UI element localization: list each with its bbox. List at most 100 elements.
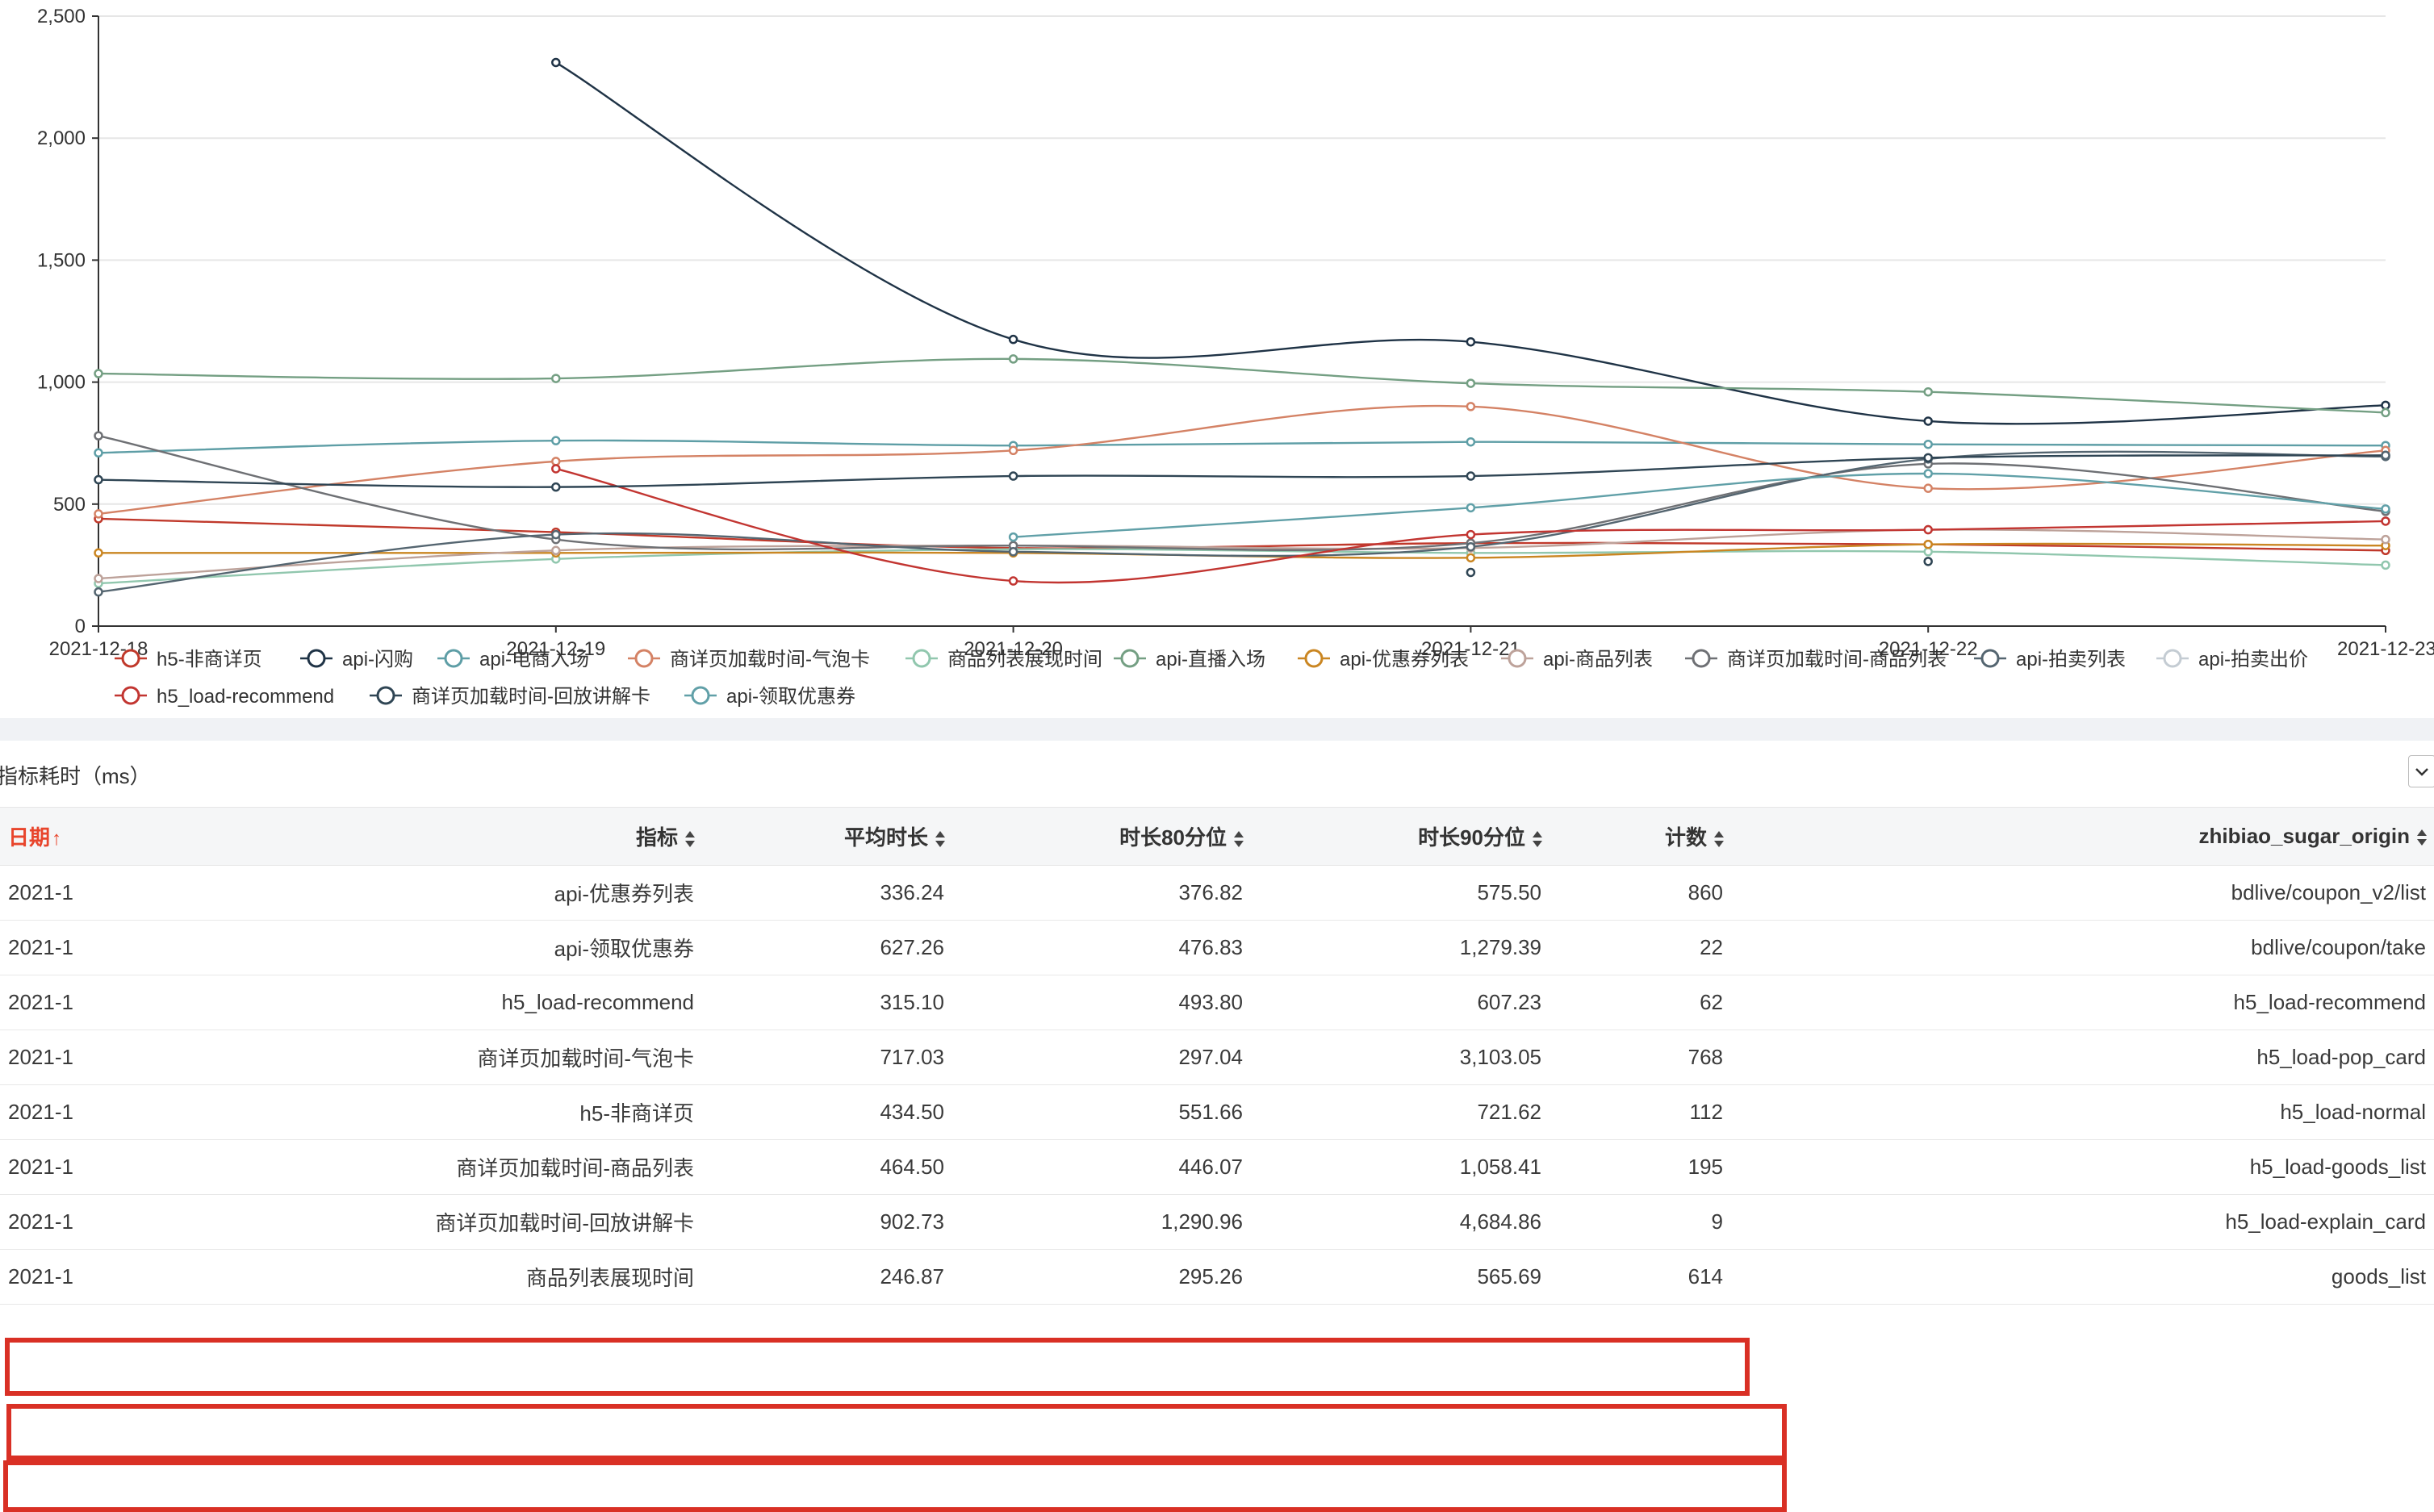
table-row[interactable]: 2021-12-23 h5_load-recommend 315.10 493.80 6… xyxy=(0,975,2434,1030)
data-point[interactable] xyxy=(551,457,561,466)
table-row[interactable]: 2021-12-22 api-优惠券列表 336.24 376.82 575.50 860… xyxy=(0,866,2434,921)
cell-avg: 336.24 xyxy=(880,880,944,904)
cell-p90: 4,684.86 xyxy=(1459,1209,1541,1234)
data-point[interactable] xyxy=(2381,504,2390,514)
data-point[interactable] xyxy=(1466,567,1476,578)
data-point[interactable] xyxy=(551,482,561,492)
data-point[interactable] xyxy=(1466,402,1476,411)
column-header-p80[interactable]: 时长80分位 xyxy=(952,807,1251,866)
column-header-date[interactable]: 日期↑ xyxy=(0,807,73,866)
data-point[interactable] xyxy=(1008,576,1018,586)
cell-avg: 627.26 xyxy=(880,935,944,959)
series-line[interactable] xyxy=(94,436,2390,458)
data-point[interactable] xyxy=(551,374,561,383)
data-point[interactable] xyxy=(1923,469,1933,478)
data-point[interactable] xyxy=(1466,503,1476,513)
table-row[interactable]: 2021-12-23 商详页加载时间-回放讲解卡 902.73 1,290.96 4,6… xyxy=(0,1195,2434,1250)
series-line[interactable] xyxy=(94,431,2390,551)
data-point[interactable] xyxy=(2381,516,2390,526)
data-point[interactable] xyxy=(1466,471,1476,481)
data-point[interactable] xyxy=(1923,524,1933,535)
table-row[interactable]: 2021-12-23 商详页加载时间-气泡卡 717.03 297.04 3,103.0… xyxy=(0,1030,2434,1085)
data-point[interactable] xyxy=(551,57,561,68)
cell-p90: 3,103.05 xyxy=(1459,1045,1541,1069)
series-path xyxy=(555,61,2386,425)
data-point[interactable] xyxy=(1008,471,1018,481)
legend-item[interactable]: 商详页加载时间-气泡卡 xyxy=(628,649,870,670)
cell-metric: h5_load-recommend xyxy=(501,990,694,1014)
data-point[interactable] xyxy=(1923,439,1933,449)
legend-item[interactable]: api-商品列表 xyxy=(1501,649,1653,670)
sort-ascending-icon: ↑ xyxy=(52,828,62,850)
data-point[interactable] xyxy=(2381,560,2390,570)
data-point[interactable] xyxy=(1923,453,1933,463)
data-point[interactable] xyxy=(94,474,103,485)
legend-item[interactable]: 商详页加载时间-商品列表 xyxy=(1685,649,1947,670)
table-row[interactable]: 2021-12-23 h5-非商详页 434.50 551.66 721.62 112 h5… xyxy=(0,1085,2434,1140)
legend-item[interactable]: api-直播入场 xyxy=(1114,649,1265,670)
data-point[interactable] xyxy=(1466,553,1476,563)
column-header-count[interactable]: 计数 xyxy=(1549,807,1731,866)
data-point[interactable] xyxy=(94,431,103,441)
data-point[interactable] xyxy=(1923,416,1933,426)
data-point[interactable] xyxy=(1008,532,1018,542)
data-point[interactable] xyxy=(1466,336,1476,347)
legend-marker-icon xyxy=(1508,649,1527,668)
data-point[interactable] xyxy=(2381,534,2390,545)
column-header-p90[interactable]: 时长90分位 xyxy=(1251,807,1549,866)
data-point[interactable] xyxy=(1923,557,1933,566)
legend-item[interactable]: api-优惠券列表 xyxy=(1298,649,1469,670)
data-point[interactable] xyxy=(94,574,103,583)
data-point[interactable] xyxy=(94,448,103,458)
legend-item[interactable]: api-闪购 xyxy=(300,649,413,670)
series-line[interactable] xyxy=(551,57,2390,426)
data-point[interactable] xyxy=(1008,445,1018,456)
legend-item[interactable]: api-拍卖列表 xyxy=(1974,649,2126,670)
legend-item[interactable]: 商品列表展现时间 xyxy=(905,649,1102,670)
data-point[interactable] xyxy=(1008,547,1018,557)
data-point[interactable] xyxy=(94,587,103,597)
data-point[interactable] xyxy=(1923,386,1933,397)
data-point[interactable] xyxy=(1923,547,1933,557)
data-point[interactable] xyxy=(1466,436,1476,447)
data-point[interactable] xyxy=(551,436,561,445)
data-point[interactable] xyxy=(1008,354,1018,364)
data-point[interactable] xyxy=(2381,450,2390,461)
table-row[interactable]: 2021-12-23 商详页加载时间-商品列表 464.50 446.07 1,058.… xyxy=(0,1140,2434,1195)
table-row[interactable]: 2021-12-22 api-领取优惠券 627.26 476.83 1,279.39 2… xyxy=(0,921,2434,975)
series-line[interactable] xyxy=(94,402,2390,519)
data-point[interactable] xyxy=(2381,400,2390,411)
data-point[interactable] xyxy=(1466,529,1476,540)
data-point[interactable] xyxy=(94,509,103,519)
legend-item[interactable]: api-电商入场 xyxy=(437,649,589,670)
data-point[interactable] xyxy=(94,369,103,378)
data-point[interactable] xyxy=(1008,334,1018,345)
table-row[interactable]: 2021-12-23 商品列表展现时间 246.87 295.26 565.69 614 g… xyxy=(0,1250,2434,1305)
panel-title: 指标耗时（ms） xyxy=(0,764,151,788)
column-header-origin[interactable]: zhibiao_sugar_origin xyxy=(1731,807,2434,866)
data-point[interactable] xyxy=(1923,539,1933,549)
cell-p80: 297.04 xyxy=(1178,1045,1243,1069)
data-point[interactable] xyxy=(551,529,561,540)
legend-item[interactable]: api-领取优惠券 xyxy=(684,686,855,708)
cell-origin: bdlive/coupon_v2/list xyxy=(2231,880,2426,904)
data-point[interactable] xyxy=(551,545,561,556)
series-line[interactable] xyxy=(94,354,2390,418)
legend-item[interactable]: 商详页加载时间-回放讲解卡 xyxy=(370,686,650,708)
legend-item[interactable]: h5-非商详页 xyxy=(115,649,262,670)
highlight-box-pop-card xyxy=(5,1338,1750,1396)
data-point[interactable] xyxy=(1466,378,1476,388)
data-point[interactable] xyxy=(1923,483,1933,493)
column-header-avg[interactable]: 平均时长 xyxy=(702,807,952,866)
column-header-metric[interactable]: 指标 xyxy=(73,807,702,866)
panel-toggle-button[interactable] xyxy=(2408,755,2434,787)
data-point[interactable] xyxy=(1466,541,1476,552)
data-point[interactable] xyxy=(2381,407,2390,418)
data-point[interactable] xyxy=(551,464,561,474)
data-point[interactable] xyxy=(94,548,103,558)
column-header-date-label: 日期 xyxy=(8,825,51,850)
legend-item[interactable]: h5_load-recommend xyxy=(115,686,334,708)
sort-icon xyxy=(1233,830,1244,848)
series-line[interactable] xyxy=(94,544,2390,588)
legend-item[interactable]: api-拍卖出价 xyxy=(2156,649,2308,670)
